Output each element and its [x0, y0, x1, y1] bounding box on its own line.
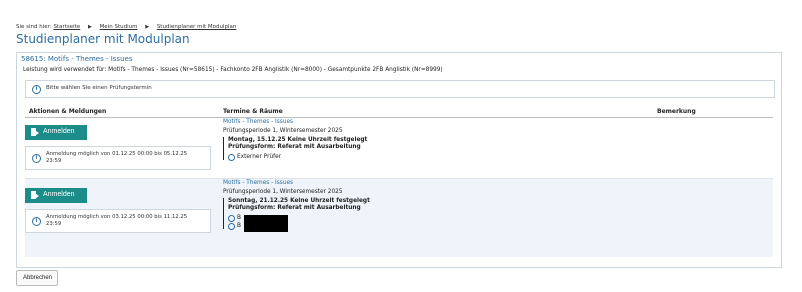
registration-notice-text: Anmeldung möglich von 01.12.25 00:00 bis…	[46, 151, 188, 164]
sign-in-icon	[31, 128, 39, 136]
info-icon: i	[32, 217, 41, 226]
termin-link[interactable]: Motifs - Themes - Issues	[223, 119, 293, 125]
info-icon: i	[32, 154, 41, 163]
termin-link[interactable]: Motifs - Themes - Issues	[223, 180, 293, 186]
examiner-name: Externer Prüfer	[237, 154, 282, 160]
table-row: Anmelden i Anmeldung möglich von 01.12.2…	[25, 118, 773, 179]
termin-date: Montag, 15.12.25 Keine Uhrzeit festgeleg…	[228, 137, 368, 143]
examiner-list: B B	[228, 215, 370, 232]
module-heading: 58615: Motifs - Themes - Issues	[21, 55, 133, 63]
clock-icon	[228, 154, 235, 161]
registration-notice: i Anmeldung möglich von 01.12.25 00:00 b…	[25, 146, 211, 170]
anmelden-button-label: Anmelden	[43, 191, 75, 198]
info-icon: i	[32, 85, 41, 94]
sign-in-icon	[31, 191, 39, 199]
breadcrumb-link-startseite[interactable]: Startseite	[53, 24, 80, 30]
column-header-actions: Aktionen & Meldungen	[29, 108, 107, 115]
breadcrumb: Sie sind hier: Startseite ▶ Mein Studium…	[16, 24, 236, 30]
clock-icon	[228, 223, 235, 230]
termin-period: Prüfungsperiode 1, Wintersemester 2025	[223, 189, 343, 195]
table-row: Anmelden i Anmeldung möglich von 03.12.2…	[25, 179, 773, 257]
breadcrumb-prefix: Sie sind hier:	[16, 24, 52, 30]
cancel-button[interactable]: Abbrechen	[16, 270, 58, 286]
examiner-item: Externer Prüfer	[228, 154, 367, 161]
breadcrumb-link-studienplaner[interactable]: Studienplaner mit Modulplan	[157, 24, 237, 30]
registration-notice: i Anmeldung möglich von 03.12.25 00:00 b…	[25, 209, 211, 233]
page-title: Studienplaner mit Modulplan	[16, 32, 190, 46]
clock-icon	[228, 215, 235, 222]
breadcrumb-link-mein-studium[interactable]: Mein Studium	[100, 24, 138, 30]
termin-period: Prüfungsperiode 1, Wintersemester 2025	[223, 128, 343, 134]
anmelden-button[interactable]: Anmelden	[25, 125, 87, 140]
info-message-box: i Bitte wählen Sie einen Prüfungstermin	[25, 80, 775, 98]
module-panel: 58615: Motifs - Themes - Issues Leistung…	[16, 52, 782, 268]
examiner-name: B	[237, 215, 241, 221]
termin-details: Sonntag, 21.12.25 Keine Uhrzeit festgele…	[223, 198, 370, 232]
examiner-name: B	[237, 223, 241, 229]
termin-date: Sonntag, 21.12.25 Keine Uhrzeit festgele…	[228, 198, 370, 204]
anmelden-button-label: Anmelden	[43, 128, 75, 135]
termin-form: Prüfungsform: Referat mit Ausarbeitung	[228, 205, 361, 211]
anmelden-button[interactable]: Anmelden	[25, 188, 87, 203]
module-usage-text: Leistung wird verwendet für: Motifs - Th…	[23, 67, 443, 73]
termin-form: Prüfungsform: Referat mit Ausarbeitung	[228, 144, 361, 150]
column-header-bemerkung: Bemerkung	[657, 108, 696, 115]
termin-details: Montag, 15.12.25 Keine Uhrzeit festgeleg…	[223, 137, 368, 161]
info-message-text: Bitte wählen Sie einen Prüfungstermin	[46, 85, 152, 91]
column-header-termine: Termine & Räume	[223, 108, 283, 115]
table-header: Aktionen & Meldungen Termine & Räume Bem…	[25, 105, 773, 118]
breadcrumb-separator-icon: ▶	[145, 24, 150, 30]
breadcrumb-separator-icon: ▶	[87, 24, 92, 30]
registration-notice-text: Anmeldung möglich von 03.12.25 00:00 bis…	[46, 214, 188, 227]
redaction-block	[244, 215, 288, 232]
